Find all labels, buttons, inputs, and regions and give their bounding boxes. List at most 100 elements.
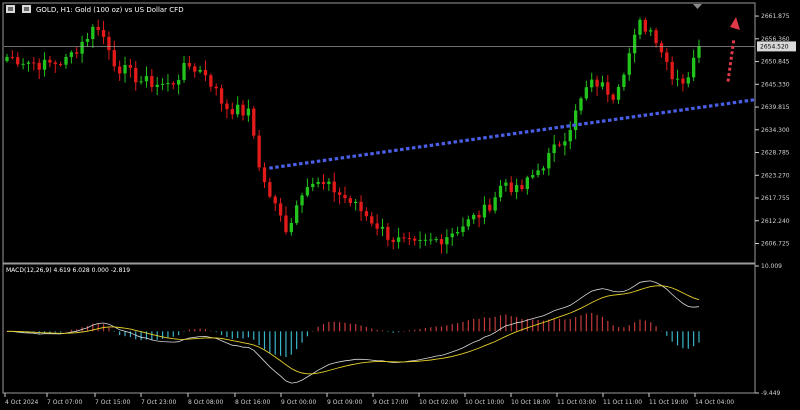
macd-histogram-bar xyxy=(392,331,394,333)
candle-body xyxy=(520,185,524,190)
time-tick-label: 11 Oct 03:00 xyxy=(557,399,596,406)
macd-histogram-bar xyxy=(408,330,410,332)
candle-body xyxy=(182,63,186,80)
candle-body xyxy=(16,57,20,65)
macd-histogram-bar xyxy=(489,317,491,332)
candle-body xyxy=(193,66,197,72)
price-tick-label: 2645.330 xyxy=(761,81,790,88)
time-tick-label: 9 Oct 17:00 xyxy=(373,399,408,406)
candle-body xyxy=(439,239,444,245)
candle-body xyxy=(26,62,31,64)
price-tick-label: 2617.755 xyxy=(761,195,790,202)
macd-histogram-bar xyxy=(483,317,486,332)
macd-histogram-bar xyxy=(296,331,298,350)
macd-histogram-bar xyxy=(526,319,528,332)
candle-body xyxy=(219,88,224,104)
macd-histogram-bar xyxy=(403,331,405,332)
macd-histogram-bar xyxy=(338,322,341,332)
candle-body xyxy=(552,144,556,154)
candle-body xyxy=(611,94,615,100)
macd-histogram-bar xyxy=(591,312,593,332)
candle-body xyxy=(289,223,293,233)
macd-histogram-bar xyxy=(505,314,507,332)
forecast-arrow-head xyxy=(730,17,740,30)
candle-body xyxy=(284,215,288,233)
candle-body xyxy=(160,83,165,85)
candle-body xyxy=(568,130,572,142)
macd-histogram-bar xyxy=(161,331,164,339)
candle-body xyxy=(332,181,336,193)
candle-body xyxy=(396,237,401,242)
chart-title: GOLD, H1: Gold (100 oz) vs US Dollar CFD xyxy=(36,6,184,14)
macd-histogram-bar xyxy=(312,331,314,332)
candle-body xyxy=(48,59,52,63)
shift-marker-icon[interactable] xyxy=(693,4,702,9)
current-price-badge-text: 2654.520 xyxy=(760,43,789,50)
candle-body xyxy=(155,84,159,88)
macd-histogram-bar xyxy=(86,325,89,332)
macd-histogram-bar xyxy=(220,331,223,335)
macd-histogram-bar xyxy=(607,320,609,332)
trading-chart[interactable]: GOLD, H1: Gold (100 oz) vs US Dollar CFD… xyxy=(0,0,800,410)
macd-histogram-bar xyxy=(301,331,303,343)
macd-histogram-bar xyxy=(564,319,566,332)
macd-histogram-bar xyxy=(371,328,373,332)
candle-body xyxy=(316,181,320,184)
macd-histogram-bar xyxy=(124,331,126,337)
candle-body xyxy=(649,30,653,32)
candle-body xyxy=(359,201,363,212)
chart-window: GOLD, H1: Gold (100 oz) vs US Dollar CFD… xyxy=(0,0,800,410)
candle-body xyxy=(58,64,63,66)
macd-histogram-bar xyxy=(548,319,550,332)
time-tick-label: 9 Oct 00:00 xyxy=(281,399,316,406)
macd-histogram-bar xyxy=(666,331,668,336)
candle-body xyxy=(5,56,9,62)
candle-body xyxy=(488,204,492,211)
candle-body xyxy=(697,46,701,58)
macd-histogram-bar xyxy=(424,328,427,332)
macd-histogram-bar xyxy=(397,331,400,333)
macd-histogram-bar xyxy=(644,320,646,332)
macd-histogram-bar xyxy=(494,316,496,332)
candle-body xyxy=(525,177,530,190)
candle-body xyxy=(450,233,454,238)
macd-histogram-bar xyxy=(639,319,641,332)
time-tick-label: 7 Oct 23:00 xyxy=(141,399,176,406)
candle-body xyxy=(622,74,626,87)
macd-histogram-bar xyxy=(569,319,571,332)
candle-body xyxy=(616,86,621,100)
macd-histogram-bar xyxy=(419,328,421,332)
macd-tick-label: 10.009 xyxy=(761,263,782,270)
macd-histogram-bar xyxy=(204,328,207,332)
macd-signal-line xyxy=(7,285,700,375)
candle-body xyxy=(391,239,395,242)
candle-body xyxy=(418,239,422,241)
time-tick-label: 8 Oct 08:00 xyxy=(188,399,223,406)
candle-body xyxy=(482,204,487,218)
macd-histogram-bar xyxy=(381,330,384,332)
macd-histogram-bar xyxy=(601,316,604,332)
macd-histogram-bar xyxy=(333,321,335,332)
candle-body xyxy=(627,53,631,75)
macd-histogram-bar xyxy=(306,331,309,337)
macd-histogram-bar xyxy=(188,329,190,332)
macd-histogram-bar xyxy=(242,331,244,339)
candle-body xyxy=(85,39,90,42)
candle-body xyxy=(407,238,411,240)
macd-histogram-bar xyxy=(628,325,630,332)
candle-body xyxy=(590,79,594,88)
candle-body xyxy=(187,63,192,67)
candle-body xyxy=(42,59,47,70)
macd-histogram-bar xyxy=(435,326,437,332)
macd-histogram-bar xyxy=(467,320,469,332)
candle-body xyxy=(654,30,658,44)
candle-body xyxy=(262,167,267,183)
candle-body xyxy=(536,170,540,176)
candle-body xyxy=(348,198,352,203)
candle-body xyxy=(69,52,74,57)
candle-body xyxy=(209,75,213,87)
macd-histogram-bar xyxy=(274,331,276,355)
price-tick-label: 2628.785 xyxy=(761,150,790,157)
candle-body xyxy=(600,82,605,87)
macd-histogram-bar xyxy=(671,331,673,342)
